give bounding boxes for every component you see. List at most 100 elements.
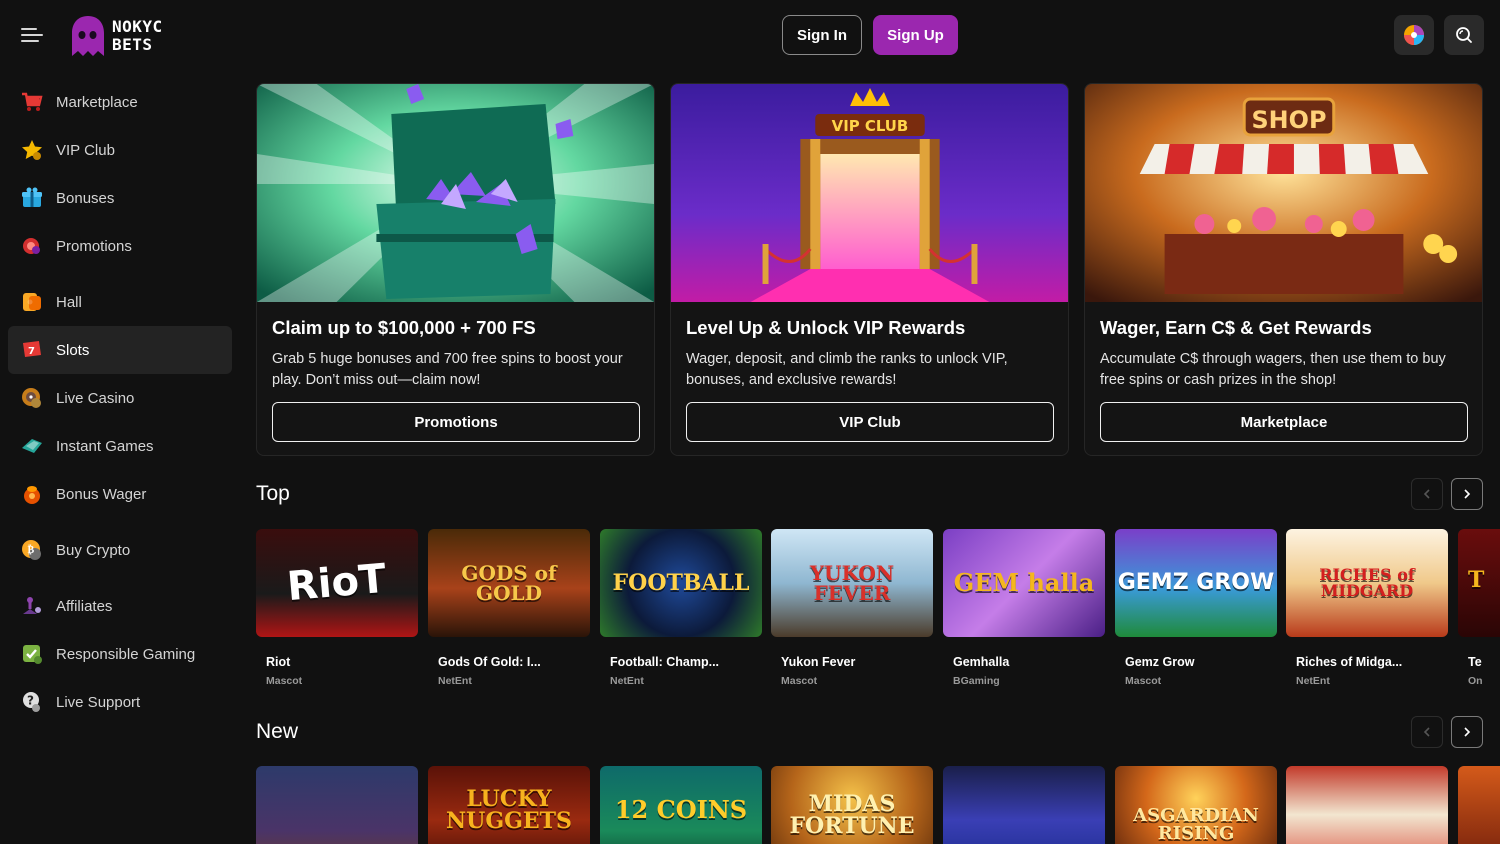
sidebar-item-live-casino[interactable]: Live Casino — [8, 374, 232, 422]
game-card[interactable]: GEM halla Gemhalla BGaming — [943, 529, 1105, 687]
game-card[interactable]: GODS of GOLD Gods Of Gold: I... NetEnt — [428, 529, 590, 687]
game-thumbnail — [943, 766, 1105, 844]
svg-text:7: 7 — [28, 346, 35, 357]
game-card[interactable]: ASGARDIAN RISING — [1115, 766, 1277, 844]
game-provider: NetEnt — [610, 675, 644, 687]
game-name: Riches of Midga... — [1296, 655, 1403, 669]
game-card[interactable]: 12 COINS — [600, 766, 762, 844]
marketplace-button[interactable]: Marketplace — [1100, 402, 1468, 442]
game-card[interactable]: RICHES of MIDGARD Riches of Midga... Net… — [1286, 529, 1448, 687]
game-card[interactable]: FOOTBALL Football: Champ... NetEnt — [600, 529, 762, 687]
shield-check-icon — [20, 642, 44, 666]
top-next-button[interactable] — [1451, 478, 1483, 510]
ghost-logo-icon — [72, 16, 104, 56]
promo-card-shop: SHOP Wager, Earn C$ & Get Rewards Accumu… — [1084, 83, 1483, 456]
game-name: Gemhalla — [953, 655, 1010, 669]
sidebar-item-buy-crypto[interactable]: ₿ Buy Crypto — [8, 526, 232, 574]
new-prev-button[interactable] — [1411, 716, 1443, 748]
promo-art-vip-club: VIP CLUB — [671, 84, 1068, 302]
game-card[interactable] — [1286, 766, 1448, 844]
game-provider: Mascot — [781, 675, 818, 687]
game-name: Yukon Fever — [781, 655, 856, 669]
game-thumbnail: GODS of GOLD — [428, 529, 590, 637]
wheel-icon[interactable] — [1394, 15, 1434, 55]
game-thumbnail: GEMZ GROW — [1115, 529, 1277, 637]
sidebar-item-label: VIP Club — [56, 141, 115, 159]
sidebar-item-label: Live Support — [56, 693, 141, 711]
sidebar-item-slots[interactable]: 7 Slots — [8, 326, 232, 374]
game-card[interactable]: MIDAS FORTUNE — [771, 766, 933, 844]
sidebar-item-label: Hall — [56, 293, 82, 311]
brand-logo[interactable]: NOKYC BETS — [70, 14, 163, 58]
promo-art-treasure-chest — [257, 84, 654, 302]
slots-icon: 7 — [20, 338, 44, 362]
new-next-button[interactable] — [1451, 716, 1483, 748]
sidebar-item-bonus-wager[interactable]: Bonus Wager — [8, 470, 232, 518]
sidebar-item-marketplace[interactable]: Marketplace — [8, 78, 232, 126]
game-provider: Mascot — [266, 675, 303, 687]
gift-icon — [20, 186, 44, 210]
sidebar-item-label: Instant Games — [56, 437, 154, 455]
sidebar-item-label: Promotions — [56, 237, 132, 255]
game-art-title: FOOTBALL — [612, 570, 750, 596]
sidebar-item-label: Responsible Gaming — [56, 645, 196, 663]
chevron-right-icon — [1464, 727, 1471, 737]
promo-title: Wager, Earn C$ & Get Rewards — [1100, 317, 1372, 338]
sign-up-button[interactable]: Sign Up — [873, 15, 958, 55]
sidebar-item-promotions[interactable]: Promotions — [8, 222, 232, 270]
sidebar: NOKYC BETS Marketplace VIP Club Bonuses … — [0, 0, 240, 844]
section-title-top: Top — [256, 482, 290, 505]
promotions-button[interactable]: Promotions — [272, 402, 640, 442]
sidebar-item-instant-games[interactable]: Instant Games — [8, 422, 232, 470]
game-provider: Mascot — [1125, 675, 1162, 687]
sidebar-item-live-support[interactable]: ? Live Support — [8, 678, 232, 726]
game-provider: BGaming — [953, 675, 1000, 687]
game-name: Gemz Grow — [1125, 655, 1195, 669]
sidebar-item-label: Slots — [56, 341, 90, 359]
game-card[interactable]: YUKON FEVER Yukon Fever Mascot — [771, 529, 933, 687]
menu-toggle-icon[interactable] — [21, 27, 43, 43]
sidebar-item-vip-club[interactable]: VIP Club — [8, 126, 232, 174]
game-thumbnail — [1458, 766, 1500, 844]
hall-icon — [20, 290, 44, 314]
chevron-left-icon — [1423, 727, 1430, 737]
vip-banner-text: VIP CLUB — [832, 117, 909, 135]
vip-club-button[interactable]: VIP Club — [686, 402, 1054, 442]
game-thumbnail: MIDAS FORTUNE — [771, 766, 933, 844]
sidebar-item-bonuses[interactable]: Bonuses — [8, 174, 232, 222]
sidebar-item-responsible-gaming[interactable]: Responsible Gaming — [8, 630, 232, 678]
sidebar-item-affiliates[interactable]: Affiliates — [8, 582, 232, 630]
promo-chip-icon — [20, 234, 44, 258]
section-title-new: New — [256, 720, 299, 743]
game-art-title: LUCKY NUGGETS — [446, 786, 572, 834]
game-name: Football: Champ... — [610, 655, 720, 669]
search-icon[interactable] — [1444, 15, 1484, 55]
game-art-title: 12 COINS — [614, 795, 748, 824]
promo-description: Wager, deposit, and climb the ranks to u… — [686, 351, 1008, 388]
game-card[interactable]: GEMZ GROW Gemz Grow Mascot — [1115, 529, 1277, 687]
sidebar-item-label: Live Casino — [56, 389, 135, 407]
sidebar-nav: Marketplace VIP Club Bonuses Promotions — [8, 78, 232, 726]
promo-title: Claim up to $100,000 + 700 FS — [272, 317, 536, 338]
promo-art-shop: SHOP — [1085, 84, 1482, 302]
game-thumbnail: RioT — [256, 529, 418, 637]
game-card[interactable]: RioT Riot Mascot — [256, 529, 418, 687]
chevron-left-icon — [1423, 489, 1430, 499]
support-icon: ? — [20, 690, 44, 714]
game-card[interactable]: LUCKY NUGGETS — [428, 766, 590, 844]
game-card[interactable] — [943, 766, 1105, 844]
sidebar-item-hall[interactable]: Hall — [8, 278, 232, 326]
sign-in-button[interactable]: Sign In — [782, 15, 862, 55]
game-thumbnail: 12 COINS — [600, 766, 762, 844]
game-card[interactable] — [256, 766, 418, 844]
game-card[interactable] — [1458, 766, 1500, 844]
chevron-right-icon — [1464, 489, 1471, 499]
svg-text:?: ? — [27, 694, 34, 708]
game-art-title: T — [1468, 567, 1485, 593]
game-card[interactable]: T Te On — [1458, 529, 1500, 699]
game-art-title: RICHES of MIDGARD — [1319, 565, 1415, 600]
top-prev-button[interactable] — [1411, 478, 1443, 510]
game-art-title: ASGARDIAN RISING — [1133, 805, 1259, 844]
brand-name: NOKYC BETS — [112, 18, 163, 54]
sidebar-item-label: Affiliates — [56, 597, 113, 615]
